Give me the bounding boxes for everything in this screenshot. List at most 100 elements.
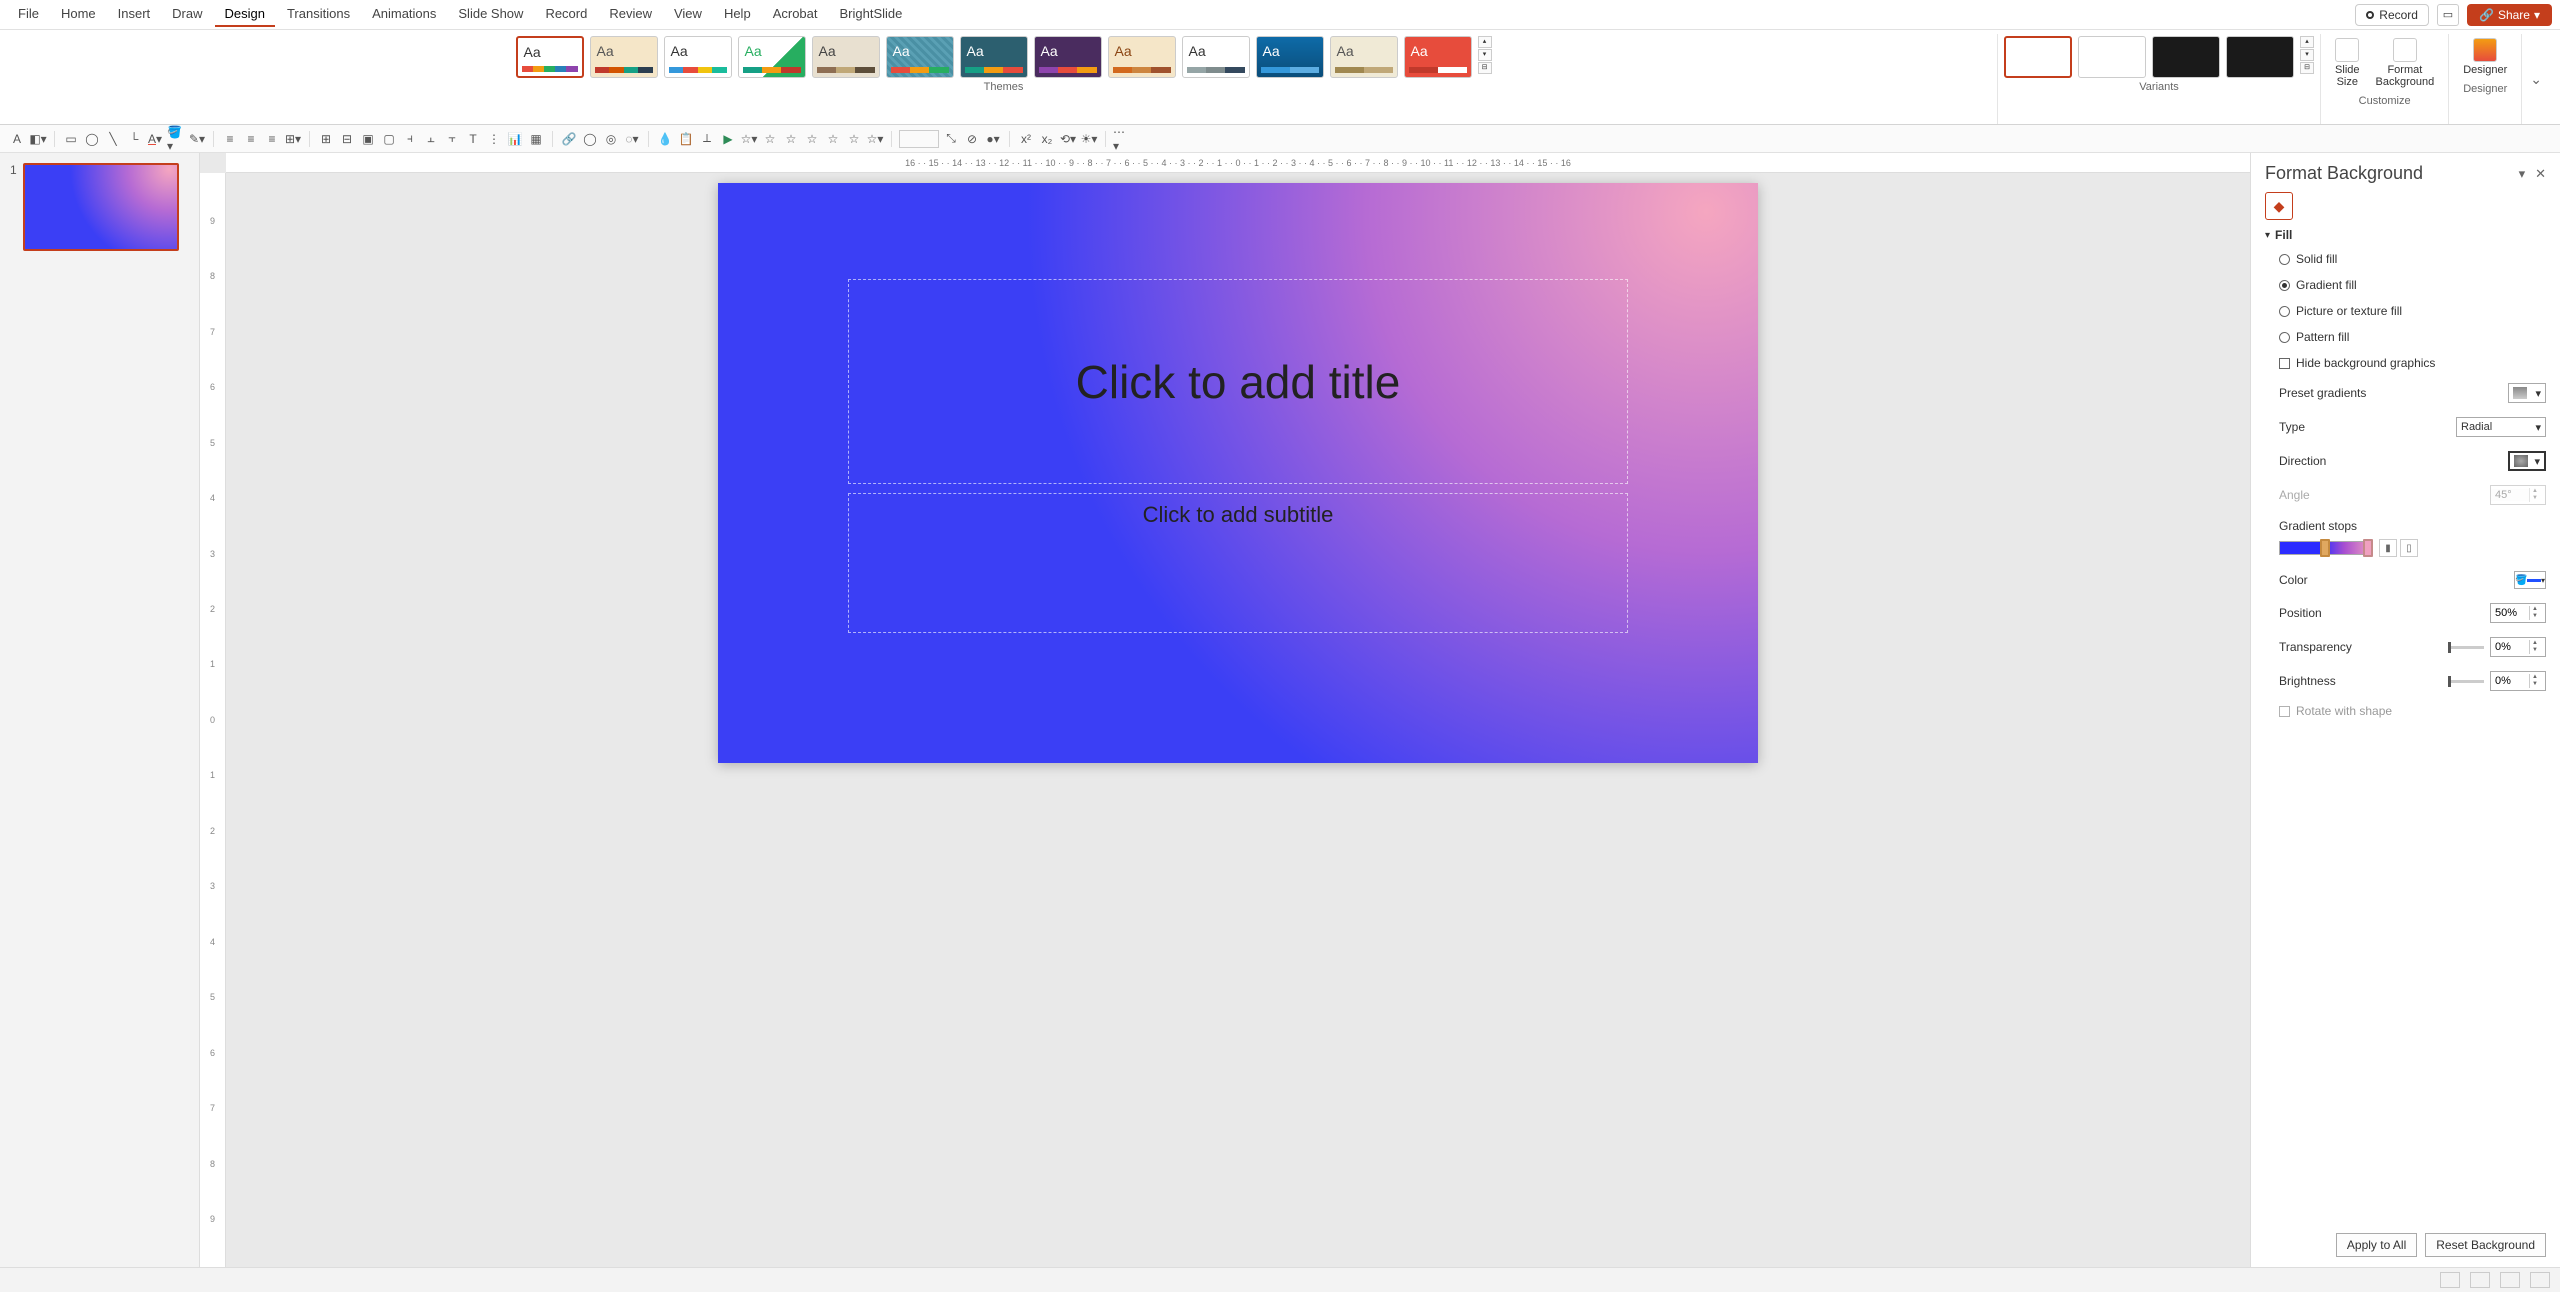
theme-swatch-8[interactable]: Aa (1034, 36, 1102, 78)
qat-align-right-icon[interactable]: ≡ (263, 130, 281, 148)
slide-size-button[interactable]: Slide Size (2327, 34, 2367, 92)
solid-fill-radio[interactable]: Solid fill (2265, 250, 2546, 268)
transparency-field[interactable]: ▲▼ (2490, 637, 2546, 657)
variant-scroll-up[interactable]: ▴ (2300, 36, 2314, 48)
qat-star2-icon[interactable]: ☆ (761, 130, 779, 148)
transparency-slider[interactable] (2448, 646, 2484, 649)
present-mode-icon[interactable]: ▭ (2437, 4, 2459, 26)
gradient-stop-handle[interactable] (2320, 539, 2330, 557)
qat-star1-icon[interactable]: ☆▾ (740, 130, 758, 148)
position-field[interactable]: ▲▼ (2490, 603, 2546, 623)
menu-tab-animations[interactable]: Animations (362, 2, 446, 27)
theme-swatch-6[interactable]: Aa (886, 36, 954, 78)
qat-connector-icon[interactable]: └ (125, 130, 143, 148)
qat-align-objects-icon[interactable]: ⫞ (401, 130, 419, 148)
variant-4[interactable] (2226, 36, 2294, 78)
qat-star7-icon[interactable]: ☆▾ (866, 130, 884, 148)
theme-swatch-13[interactable]: Aa (1404, 36, 1472, 78)
qat-star5-icon[interactable]: ☆ (824, 130, 842, 148)
brightness-slider[interactable] (2448, 680, 2484, 683)
qat-clear-icon[interactable]: ⟲▾ (1059, 130, 1077, 148)
menu-tab-view[interactable]: View (664, 2, 712, 27)
qat-anim-icon[interactable]: ▶ (719, 130, 737, 148)
qat-star3-icon[interactable]: ☆ (782, 130, 800, 148)
remove-stop-button[interactable]: ▯ (2400, 539, 2418, 557)
qat-crop-icon[interactable]: ⟂ (698, 130, 716, 148)
qat-ring-icon[interactable]: ◎ (602, 130, 620, 148)
view-normal-icon[interactable] (2440, 1272, 2460, 1288)
view-slideshow-icon[interactable] (2530, 1272, 2550, 1288)
qat-super-icon[interactable]: x² (1017, 130, 1035, 148)
qat-distribute-h-icon[interactable]: ⫠ (422, 130, 440, 148)
pane-options-icon[interactable]: ▾ (2519, 166, 2526, 182)
gradient-type-dropdown[interactable]: Radial▾ (2456, 417, 2546, 437)
theme-expand[interactable]: ⊟ (1478, 62, 1492, 74)
apply-to-all-button[interactable]: Apply to All (2336, 1233, 2417, 1257)
qat-shapes-icon[interactable]: ◧▾ (29, 130, 47, 148)
slide[interactable]: Click to add title Click to add subtitle (718, 183, 1758, 763)
gradient-fill-radio[interactable]: Gradient fill (2265, 276, 2546, 294)
menu-tab-file[interactable]: File (8, 2, 49, 27)
qat-crop2-icon[interactable]: ⤡ (942, 130, 960, 148)
variant-1[interactable] (2004, 36, 2072, 78)
qat-fontcolor-icon[interactable]: A▾ (146, 130, 164, 148)
gradient-direction-dropdown[interactable]: ▾ (2508, 451, 2546, 471)
theme-scroll-up[interactable]: ▴ (1478, 36, 1492, 48)
add-stop-button[interactable]: ▮ (2379, 539, 2397, 557)
gradient-stops-track[interactable] (2279, 541, 2373, 555)
ribbon-collapse-icon[interactable]: ⌄ (2522, 71, 2550, 88)
qat-chart-icon[interactable]: 📊 (506, 130, 524, 148)
variant-3[interactable] (2152, 36, 2220, 78)
theme-scroll-down[interactable]: ▾ (1478, 49, 1492, 61)
qat-bullet-icon[interactable]: ⋮ (485, 130, 503, 148)
qat-eyedrop-icon[interactable]: 💧 (656, 130, 674, 148)
qat-line-icon[interactable]: ╲ (104, 130, 122, 148)
picture-fill-radio[interactable]: Picture or texture fill (2265, 302, 2546, 320)
qat-outline-icon[interactable]: ✎▾ (188, 130, 206, 148)
qat-align-center-icon[interactable]: ≡ (242, 130, 260, 148)
view-sorter-icon[interactable] (2470, 1272, 2490, 1288)
qat-more-icon[interactable]: ⋯▾ (1113, 130, 1131, 148)
qat-distribute-v-icon[interactable]: ⫟ (443, 130, 461, 148)
theme-swatch-9[interactable]: Aa (1108, 36, 1176, 78)
qat-rect-icon[interactable]: ▭ (62, 130, 80, 148)
qat-group-icon[interactable]: ⊞ (317, 130, 335, 148)
theme-swatch-7[interactable]: Aa (960, 36, 1028, 78)
menu-tab-slide-show[interactable]: Slide Show (448, 2, 533, 27)
canvas[interactable]: Click to add title Click to add subtitle (226, 173, 2250, 1267)
qat-table-icon[interactable]: ▦ (527, 130, 545, 148)
menu-tab-help[interactable]: Help (714, 2, 761, 27)
fill-tab-icon[interactable]: ◆ (2265, 192, 2293, 220)
theme-swatch-11[interactable]: Aa (1256, 36, 1324, 78)
qat-text-icon[interactable]: T (464, 130, 482, 148)
theme-swatch-3[interactable]: Aa (664, 36, 732, 78)
menu-tab-record[interactable]: Record (535, 2, 597, 27)
theme-swatch-12[interactable]: Aa (1330, 36, 1398, 78)
pattern-fill-radio[interactable]: Pattern fill (2265, 328, 2546, 346)
variant-scroll-down[interactable]: ▾ (2300, 49, 2314, 61)
menu-tab-design[interactable]: Design (215, 2, 275, 27)
title-placeholder[interactable]: Click to add title (848, 279, 1628, 484)
theme-swatch-5[interactable]: Aa (812, 36, 880, 78)
qat-sub-icon[interactable]: x₂ (1038, 130, 1056, 148)
variant-2[interactable] (2078, 36, 2146, 78)
qat-donut-icon[interactable]: ◌▾ (623, 130, 641, 148)
qat-bright-icon[interactable]: ☀▾ (1080, 130, 1098, 148)
qat-star4-icon[interactable]: ☆ (803, 130, 821, 148)
qat-textbox-icon[interactable]: A (8, 130, 26, 148)
qat-align-left-icon[interactable]: ≡ (221, 130, 239, 148)
hide-graphics-check[interactable]: Hide background graphics (2265, 354, 2546, 372)
subtitle-placeholder[interactable]: Click to add subtitle (848, 493, 1628, 633)
menu-tab-insert[interactable]: Insert (108, 2, 161, 27)
menu-tab-acrobat[interactable]: Acrobat (763, 2, 828, 27)
variant-expand[interactable]: ⊟ (2300, 62, 2314, 74)
brightness-field[interactable]: ▲▼ (2490, 671, 2546, 691)
slide-thumbnail-1[interactable] (23, 163, 179, 251)
qat-align-menu-icon[interactable]: ⊞▾ (284, 130, 302, 148)
theme-swatch-2[interactable]: Aa (590, 36, 658, 78)
theme-swatch-1[interactable]: Aa (516, 36, 584, 78)
menu-tab-draw[interactable]: Draw (162, 2, 212, 27)
qat-send-back-icon[interactable]: ▢ (380, 130, 398, 148)
qat-oval-icon[interactable]: ◯ (83, 130, 101, 148)
format-background-button[interactable]: Format Background (2368, 34, 2443, 92)
